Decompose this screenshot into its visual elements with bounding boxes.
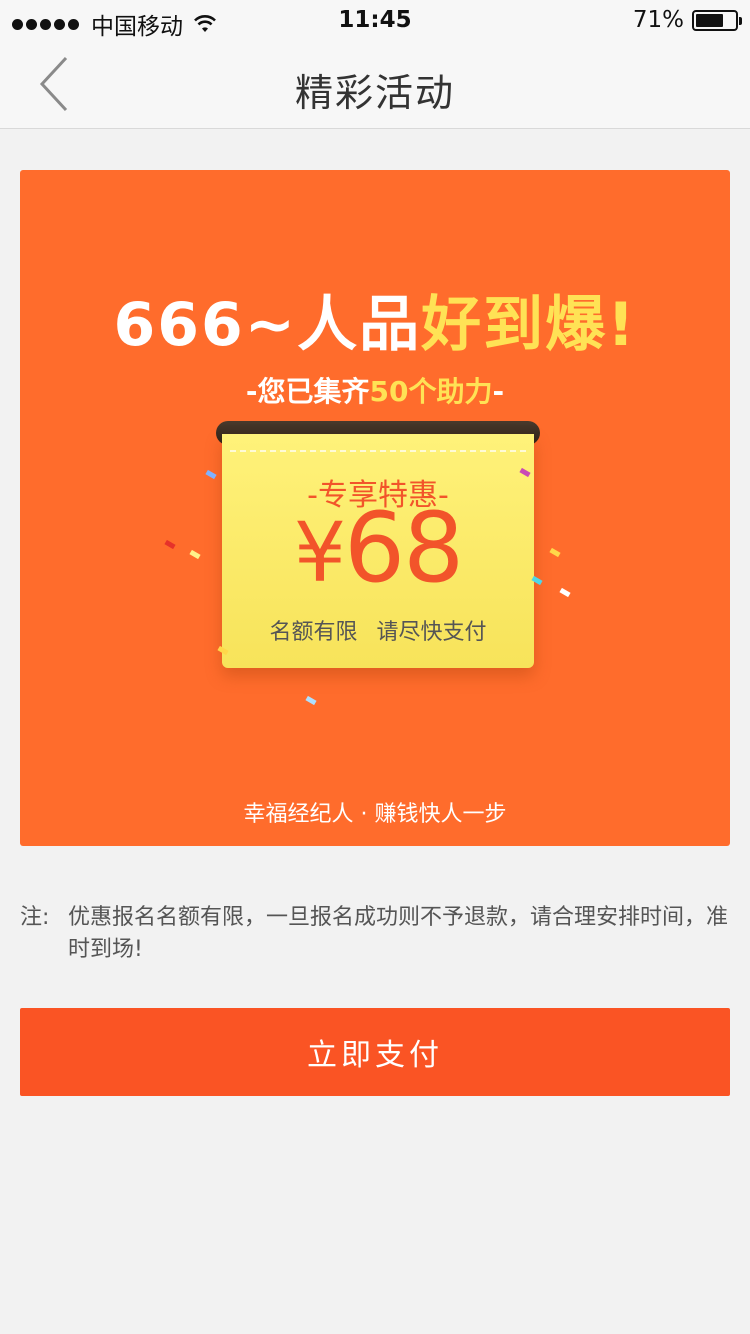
coupon-amount: 68 [344, 492, 464, 604]
battery-percent: 71% [632, 7, 684, 33]
headline-white: 666~人品 [113, 290, 422, 360]
banner-subline: -您已集齐50个助力- [20, 370, 730, 410]
banner-headline: 666~人品好到爆! [20, 276, 730, 363]
battery-icon [692, 9, 742, 31]
notice-label: 注: [20, 905, 50, 930]
coupon-scroll: -专享特惠- ¥68 名额有限 请尽快支付 [222, 434, 534, 668]
confetti [205, 469, 217, 480]
coupon-currency: ¥ [293, 506, 346, 601]
coupon-note: 名额有限 请尽快支付 [269, 620, 487, 645]
subline-prefix: -您已集齐 [245, 375, 370, 408]
battery-fill [696, 13, 723, 27]
subline-suffix: - [492, 375, 505, 408]
status-right: 71% [632, 7, 742, 33]
subline-highlight: 50个助力 [369, 375, 493, 408]
banner-slogan: 幸福经纪人 · 赚钱快人一步 [243, 802, 507, 827]
pay-now-button[interactable]: 立即支付 [20, 1008, 730, 1096]
page-title: 精彩活动 [294, 71, 455, 115]
status-bar: 中国移动 11:45 71% [0, 0, 750, 40]
confetti [549, 547, 561, 558]
confetti [305, 695, 317, 706]
nav-bar: 精彩活动 [0, 40, 750, 129]
confetti [189, 549, 201, 560]
coupon-price: ¥68 [222, 500, 534, 596]
confetti [559, 587, 571, 598]
notice: 注: 优惠报名名额有限，一旦报名成功则不予退款，请合理安排时间，准时到场! [20, 902, 732, 966]
notice-text: 优惠报名名额有限，一旦报名成功则不予退款，请合理安排时间，准时到场! [68, 905, 729, 962]
headline-yellow: 好到爆! [421, 290, 637, 360]
promo-banner: 666~人品好到爆! -您已集齐50个助力- -专享特惠- ¥68 名额有限 请… [20, 170, 730, 846]
confetti [164, 539, 176, 550]
